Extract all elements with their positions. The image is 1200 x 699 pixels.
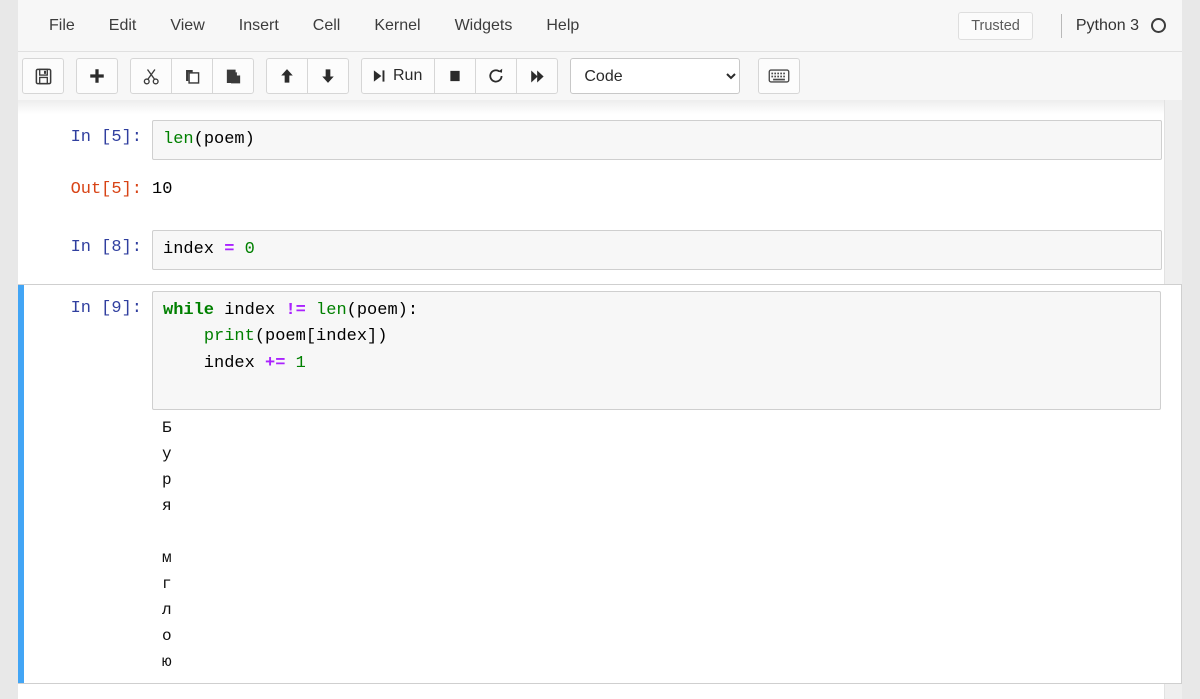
code-text: while index != len(poem): print(poem[ind… xyxy=(163,298,1152,403)
input-prompt: In [5]: xyxy=(70,128,142,147)
menu-item-help[interactable]: Help xyxy=(529,11,596,41)
restart-kernel-button[interactable] xyxy=(475,58,518,94)
code-token: != xyxy=(285,301,306,321)
menu-item-cell[interactable]: Cell xyxy=(296,11,358,41)
restart-and-run-all-button[interactable] xyxy=(516,58,559,94)
code-text: len(poem) xyxy=(163,127,1153,153)
code-token: 0 xyxy=(244,239,255,259)
menu-bar: File Edit View Insert Cell Kernel Widget… xyxy=(18,0,1182,52)
cell-output-len-poem: Out[5]: 10 xyxy=(18,166,1182,209)
insert-cell-below-button[interactable] xyxy=(76,58,118,94)
divider xyxy=(1060,13,1062,38)
move-cell-up-button[interactable] xyxy=(266,58,308,94)
code-token: poem xyxy=(203,130,245,149)
menu-item-insert[interactable]: Insert xyxy=(222,11,296,41)
cell-input-area: while index != len(poem): print(poem[ind… xyxy=(152,291,1161,677)
menu-item-view[interactable]: View xyxy=(153,11,221,41)
copy-button[interactable] xyxy=(171,58,213,94)
jupyter-notebook-window: File Edit View Insert Cell Kernel Widget… xyxy=(0,0,1200,699)
menu-item-kernel[interactable]: Kernel xyxy=(357,11,437,41)
toolbar-group-palette xyxy=(758,58,801,94)
code-editor[interactable]: len(poem) xyxy=(152,120,1162,161)
code-token: index xyxy=(214,301,286,321)
cell-type-select[interactable]: Code Markdown Raw NBConvert Heading xyxy=(570,58,741,94)
kernel-idle-circle-icon[interactable] xyxy=(1151,18,1166,33)
plus-icon xyxy=(88,67,106,85)
toolbar-group-clipboard xyxy=(130,58,254,94)
fast-forward-icon xyxy=(529,68,546,85)
toolbar-group-insert xyxy=(76,58,118,94)
command-palette-button[interactable] xyxy=(758,58,801,94)
stream-output-text: Б у р я м г л о ю xyxy=(162,419,172,671)
paste-button[interactable] xyxy=(212,58,254,94)
code-token: print xyxy=(203,327,255,347)
arrow-up-icon xyxy=(278,67,296,85)
code-cell-while-loop[interactable]: In [9]: while index != len(poem): print(… xyxy=(18,284,1182,685)
code-token: 1 xyxy=(295,353,306,373)
input-prompt: In [9]: xyxy=(70,299,142,319)
save-button[interactable] xyxy=(22,58,64,94)
input-prompt: In [8]: xyxy=(70,237,142,257)
keyboard-icon xyxy=(768,68,790,84)
code-editor[interactable]: while index != len(poem): print(poem[ind… xyxy=(152,291,1161,411)
output-prompt: Out[5]: xyxy=(70,180,142,200)
toolbar: Run Code xyxy=(18,52,1182,100)
toolbar-group-run: Run xyxy=(361,58,559,94)
menu-item-file[interactable]: File xyxy=(32,11,92,41)
cell-input-area: len(poem) xyxy=(152,120,1162,161)
toolbar-group-move xyxy=(266,58,349,94)
code-token: index xyxy=(163,239,225,259)
cell-input-area: index = 0 xyxy=(152,229,1162,271)
code-token: while xyxy=(163,301,215,321)
restart-circular-arrow-icon xyxy=(487,67,505,85)
copy-icon xyxy=(183,67,202,86)
toolbar-group-save xyxy=(22,58,64,94)
code-token: (poem): xyxy=(346,301,419,321)
menu-item-widgets[interactable]: Widgets xyxy=(438,11,530,41)
kernel-name-label: Python 3 xyxy=(1075,16,1139,34)
code-token: index xyxy=(163,353,266,373)
code-token: len xyxy=(163,130,194,149)
output-value: 10 xyxy=(152,180,173,200)
menu-bar-right: Trusted Python 3 xyxy=(958,11,1166,40)
selected-cell-indicator xyxy=(18,285,24,684)
code-token: = xyxy=(224,239,235,259)
save-floppy-icon xyxy=(34,67,53,86)
code-text: index = 0 xyxy=(163,237,1153,263)
run-label: Run xyxy=(393,67,423,84)
interrupt-kernel-button[interactable] xyxy=(434,58,477,94)
run-icon xyxy=(371,68,387,84)
cell-output-area: 10 xyxy=(152,172,1162,203)
code-editor[interactable]: index = 0 xyxy=(152,229,1162,271)
stop-square-icon xyxy=(447,68,463,84)
code-token: += xyxy=(265,353,286,373)
code-cell-index-init[interactable]: In [8]: index = 0 xyxy=(18,224,1182,276)
move-cell-down-button[interactable] xyxy=(307,58,349,94)
code-token: len xyxy=(316,301,347,321)
code-token: (poem[index]) xyxy=(254,327,388,347)
trusted-badge[interactable]: Trusted xyxy=(958,11,1033,40)
cut-button[interactable] xyxy=(130,58,172,94)
code-token: ( xyxy=(193,130,204,149)
menu-item-list: File Edit View Insert Cell Kernel Widget… xyxy=(32,11,596,41)
paste-icon xyxy=(224,67,243,86)
code-cell-len-poem[interactable]: In [5]: len(poem) xyxy=(18,114,1182,166)
menu-item-edit[interactable]: Edit xyxy=(92,11,154,41)
arrow-down-icon xyxy=(319,67,337,85)
notebook-page: In [5]: len(poem) Out[5]: 10 In [8]: ind… xyxy=(18,100,1182,699)
run-button[interactable]: Run xyxy=(361,58,436,94)
scissors-icon xyxy=(142,67,161,86)
code-token: ) xyxy=(244,130,255,149)
